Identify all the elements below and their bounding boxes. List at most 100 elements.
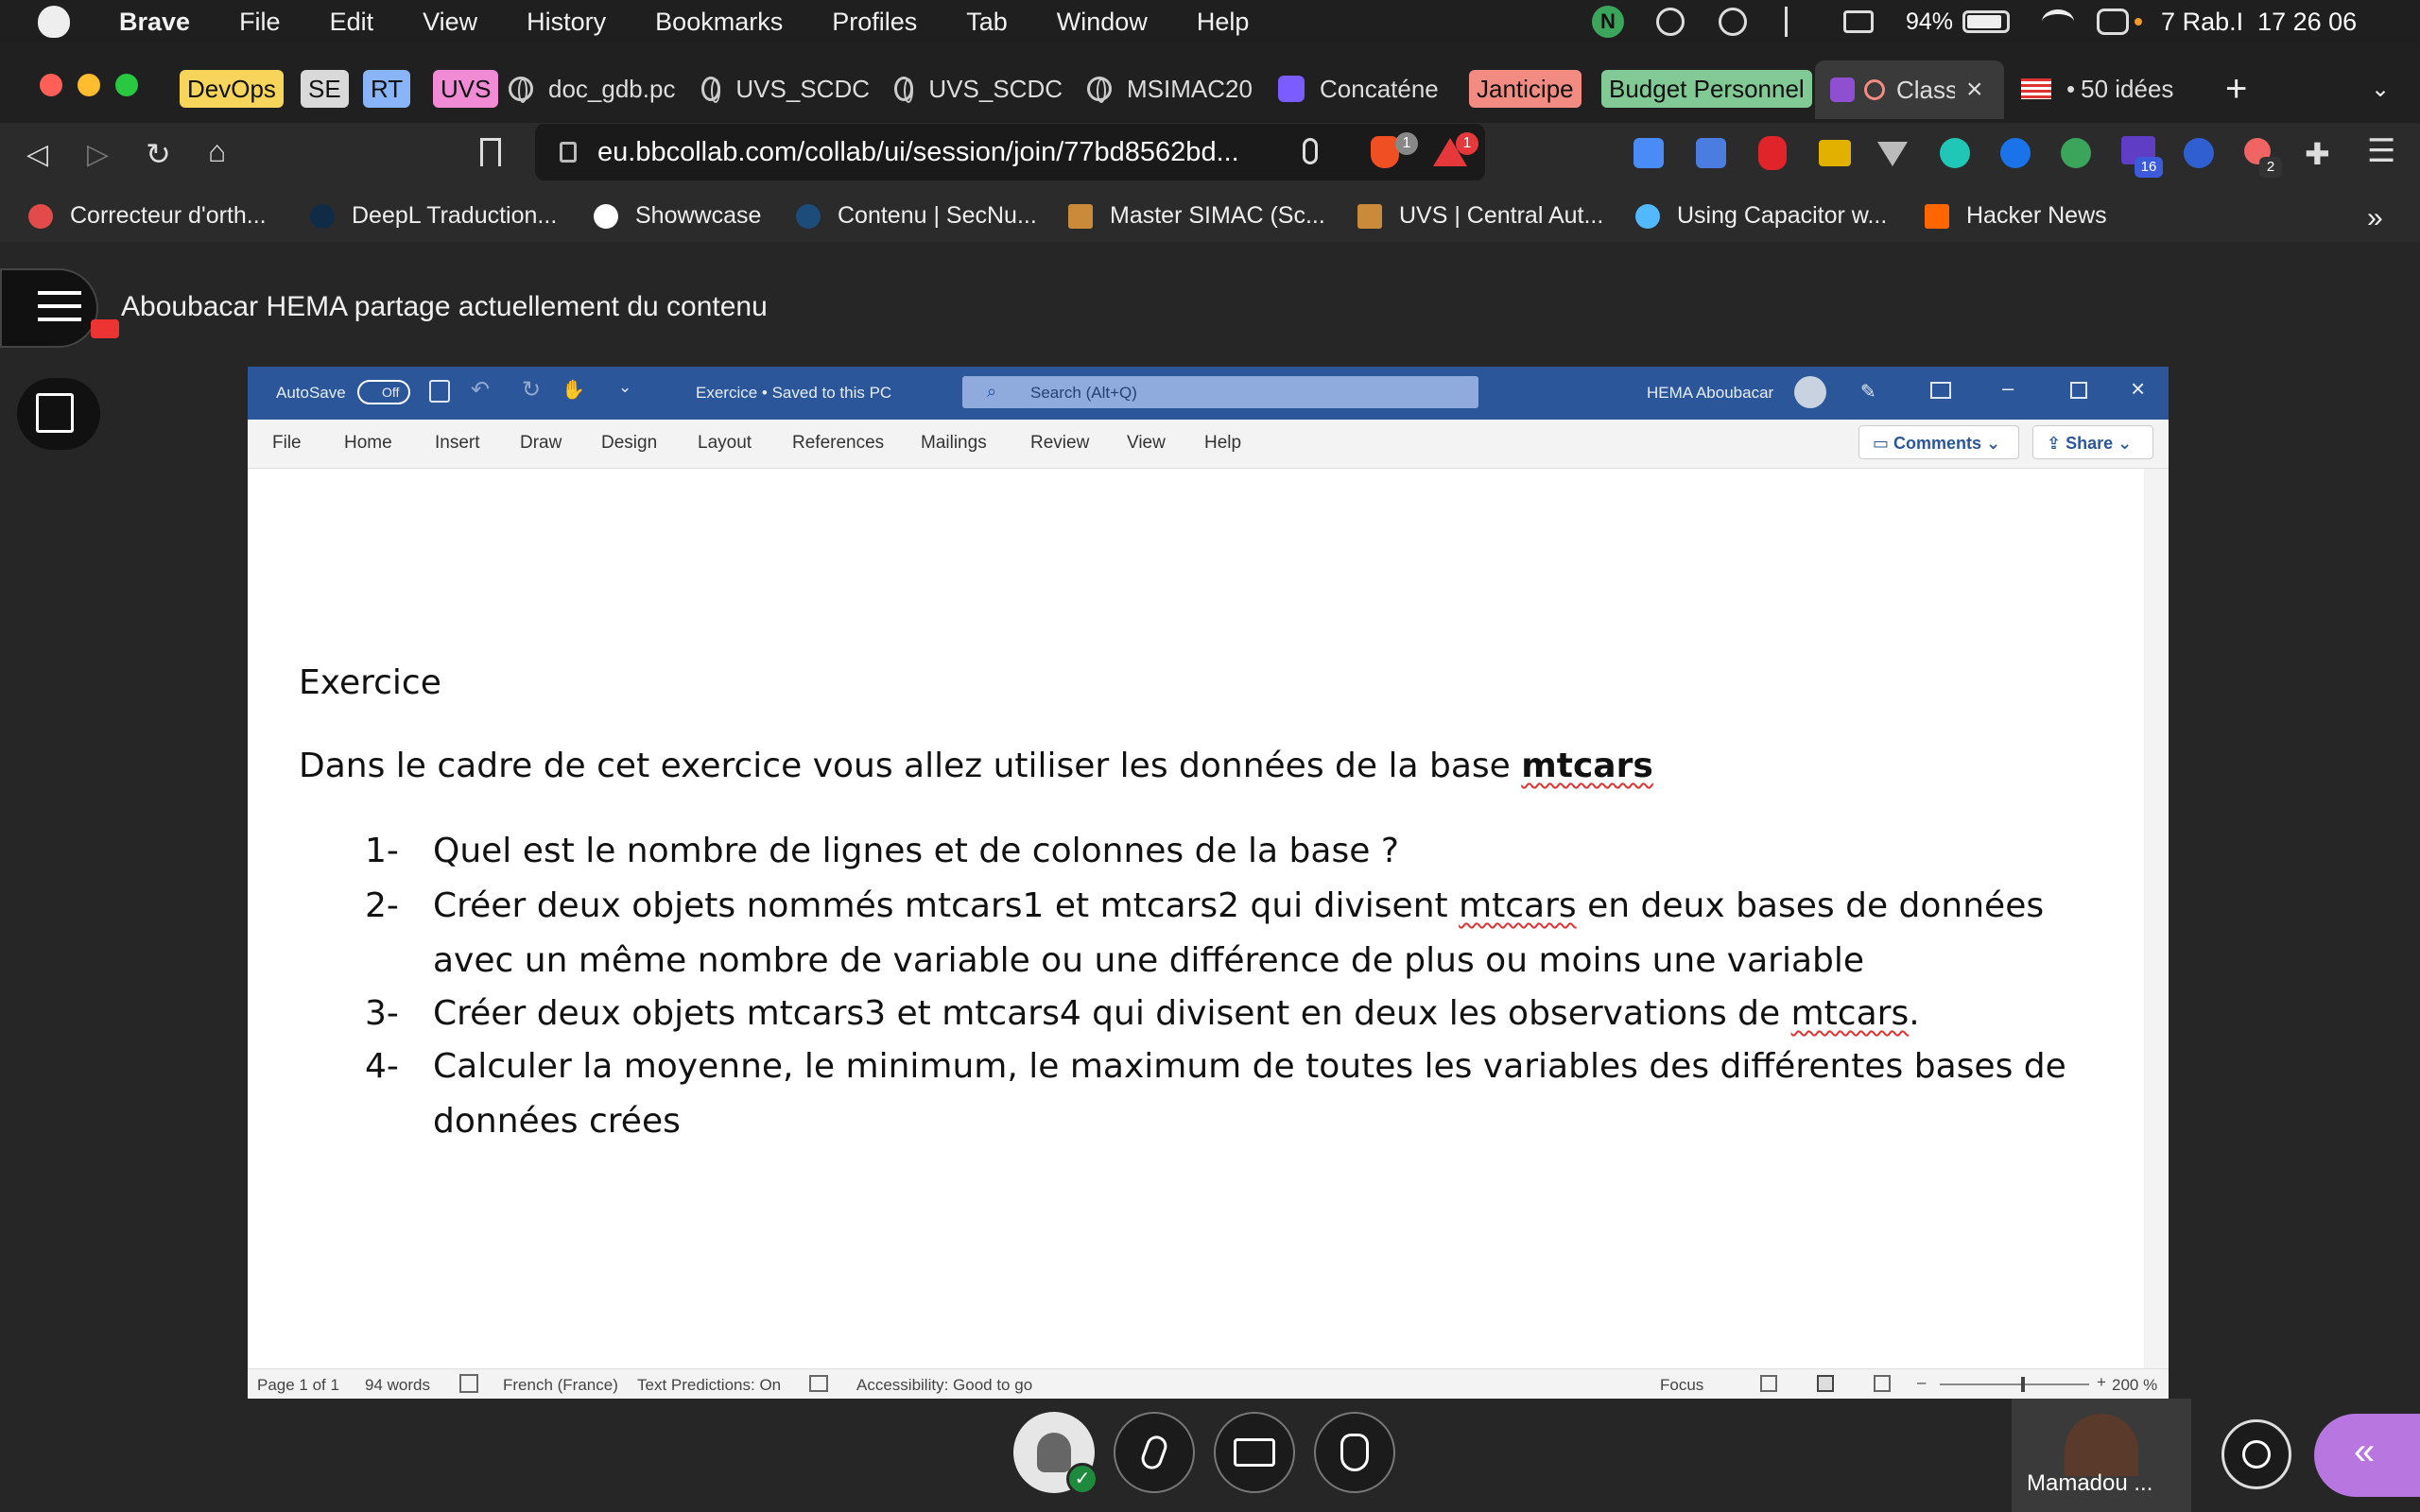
- ribbon-tab-references[interactable]: References: [792, 433, 884, 454]
- browser-menu-icon[interactable]: ☰: [2367, 132, 2395, 170]
- google-translate-icon[interactable]: [1696, 138, 1726, 168]
- word-user-name[interactable]: HEMA Aboubacar: [1647, 384, 1773, 403]
- status-words[interactable]: 94 words: [365, 1376, 430, 1395]
- voice-search-icon[interactable]: [1303, 138, 1318, 164]
- bookmark-capacitor[interactable]: Using Capacitor w...: [1635, 202, 1887, 230]
- close-tab-icon[interactable]: ×: [1966, 74, 1983, 106]
- ribbon-tab-home[interactable]: Home: [344, 433, 392, 454]
- keyboard-icon[interactable]: [1843, 10, 1874, 33]
- doc-title[interactable]: Exercice • Saved to this PC: [696, 384, 891, 403]
- menu-file[interactable]: File: [239, 8, 281, 37]
- url-text[interactable]: eu.bbcollab.com/collab/ui/session/join/7…: [597, 137, 1239, 168]
- back-button[interactable]: ◁: [26, 138, 48, 171]
- raise-hand-button[interactable]: [1314, 1412, 1395, 1493]
- menu-profiles[interactable]: Profiles: [832, 8, 917, 37]
- menu-history[interactable]: History: [527, 8, 606, 37]
- open-collab-panel-button[interactable]: «: [2314, 1414, 2420, 1497]
- tab-group-janticipe[interactable]: Janticipe: [1469, 68, 1582, 110]
- bookmark-deepl[interactable]: DeepL Traduction...: [310, 202, 557, 230]
- accessibility-icon[interactable]: [1656, 8, 1685, 36]
- tab-list-chevron-icon[interactable]: ⌄: [2371, 68, 2390, 110]
- participant-tile[interactable]: Mamadou ...: [2012, 1399, 2191, 1512]
- ribbon-tab-file[interactable]: File: [272, 433, 302, 454]
- ribbon-tab-insert[interactable]: Insert: [435, 433, 480, 454]
- bookmark-secnu[interactable]: Contenu | SecNu...: [796, 202, 1037, 230]
- home-button[interactable]: ⌂: [208, 134, 226, 169]
- customize-qat-icon[interactable]: ⌄: [618, 378, 631, 397]
- zoom-out-icon[interactable]: –: [1917, 1373, 1926, 1392]
- menu-tab[interactable]: Tab: [966, 8, 1008, 37]
- zoom-in-icon[interactable]: +: [2097, 1373, 2106, 1392]
- document-page[interactable]: Exercice Dans le cadre de cet exercice v…: [248, 469, 2144, 1342]
- ribbon-display-icon[interactable]: [1930, 382, 1951, 399]
- menu-window[interactable]: Window: [1057, 8, 1148, 37]
- tab-group-se[interactable]: SE: [301, 68, 349, 110]
- focus-mode-button[interactable]: Focus: [1660, 1376, 1703, 1395]
- forward-button[interactable]: ▷: [87, 138, 109, 171]
- tab-group-budget[interactable]: Budget Personnel: [1601, 68, 1812, 110]
- minimize-icon[interactable]: –: [2002, 376, 2014, 401]
- menu-help[interactable]: Help: [1197, 8, 1250, 37]
- wifi-icon[interactable]: [2042, 9, 2075, 34]
- restore-icon[interactable]: [2070, 382, 2087, 399]
- touch-mode-icon[interactable]: ✋: [562, 378, 585, 402]
- proofing-icon[interactable]: [459, 1374, 478, 1393]
- search-content-button[interactable]: [17, 378, 100, 450]
- control-center-icon[interactable]: [2097, 9, 2130, 35]
- tab-concatenez[interactable]: Concaténe: [1278, 68, 1444, 110]
- minimize-window-button[interactable]: [78, 74, 100, 96]
- ribbon-tab-review[interactable]: Review: [1030, 433, 1089, 454]
- status-page[interactable]: Page 1 of 1: [257, 1376, 339, 1395]
- macro-icon[interactable]: [809, 1375, 828, 1392]
- avatar[interactable]: [1794, 376, 1826, 408]
- tab-50-idees[interactable]: • 50 idées: [2021, 68, 2223, 110]
- menu-bookmarks[interactable]: Bookmarks: [655, 8, 783, 37]
- time-machine-icon[interactable]: [1719, 8, 1747, 36]
- ribbon-tab-view[interactable]: View: [1127, 433, 1166, 454]
- extension-m-icon[interactable]: [1940, 138, 1970, 168]
- save-icon[interactable]: [429, 380, 450, 403]
- ribbon-tab-mailings[interactable]: Mailings: [921, 433, 987, 454]
- status-language[interactable]: French (France): [503, 1376, 618, 1395]
- extension-n-icon[interactable]: [2061, 138, 2091, 168]
- extensions-puzzle-icon[interactable]: ✚: [2305, 136, 2330, 172]
- tab-group-rt[interactable]: RT: [363, 68, 411, 110]
- undo-icon[interactable]: ↶: [471, 376, 490, 404]
- profile-status-button[interactable]: ✓: [1013, 1412, 1098, 1495]
- bookmark-correcteur[interactable]: Correcteur d'orth...: [28, 202, 267, 230]
- app-n-icon[interactable]: N: [1592, 6, 1624, 38]
- close-icon[interactable]: ×: [2131, 374, 2145, 404]
- web-layout-icon[interactable]: [1874, 1375, 1891, 1392]
- bookmark-hacker-news[interactable]: Hacker News: [1925, 202, 2107, 230]
- extension-circle-icon[interactable]: [2184, 138, 2214, 168]
- ribbon-tab-design[interactable]: Design: [601, 433, 657, 454]
- session-timer-button[interactable]: [2221, 1419, 2291, 1489]
- tab-group-uvs[interactable]: UVS: [433, 68, 499, 110]
- menu-app-name[interactable]: Brave: [119, 8, 190, 37]
- zoom-window-button[interactable]: [115, 74, 138, 96]
- status-predictions[interactable]: Text Predictions: On: [637, 1376, 781, 1395]
- tab-doc-gdb[interactable]: doc_gdb.pc: [509, 68, 677, 110]
- word-search-box[interactable]: ⌕ Search (Alt+Q): [962, 376, 1478, 408]
- extension-folder-icon[interactable]: [1819, 140, 1851, 166]
- bluetooth-icon[interactable]: [1785, 7, 1804, 37]
- apple-logo-icon[interactable]: [38, 6, 70, 38]
- zoom-level[interactable]: 200 %: [2112, 1376, 2157, 1395]
- new-tab-button[interactable]: +: [2225, 68, 2247, 110]
- stop-hand-icon[interactable]: [1758, 136, 1787, 170]
- zoom-slider-thumb[interactable]: [2021, 1377, 2025, 1392]
- ribbon-tab-layout[interactable]: Layout: [698, 433, 752, 454]
- bookmark-showwcase[interactable]: Showwcase: [594, 202, 761, 230]
- tab-uvs-scdc-1[interactable]: UVS_SCDC: [701, 68, 870, 110]
- tab-active-class[interactable]: Class ×: [1815, 60, 2004, 119]
- status-accessibility[interactable]: Accessibility: Good to go: [856, 1376, 1032, 1395]
- zoom-slider[interactable]: [1940, 1383, 2089, 1385]
- tab-msimac[interactable]: MSIMAC20: [1087, 68, 1257, 110]
- print-layout-icon[interactable]: [1817, 1375, 1834, 1392]
- bookmark-master-simac[interactable]: Master SIMAC (Sc...: [1068, 202, 1325, 230]
- extension-fi-icon[interactable]: [1634, 138, 1664, 168]
- session-menu-button[interactable]: [0, 268, 119, 348]
- vertical-scrollbar[interactable]: [2144, 469, 2169, 1368]
- ribbon-tab-help[interactable]: Help: [1204, 433, 1241, 454]
- share-button[interactable]: ⇪ Share ⌄: [2032, 425, 2153, 459]
